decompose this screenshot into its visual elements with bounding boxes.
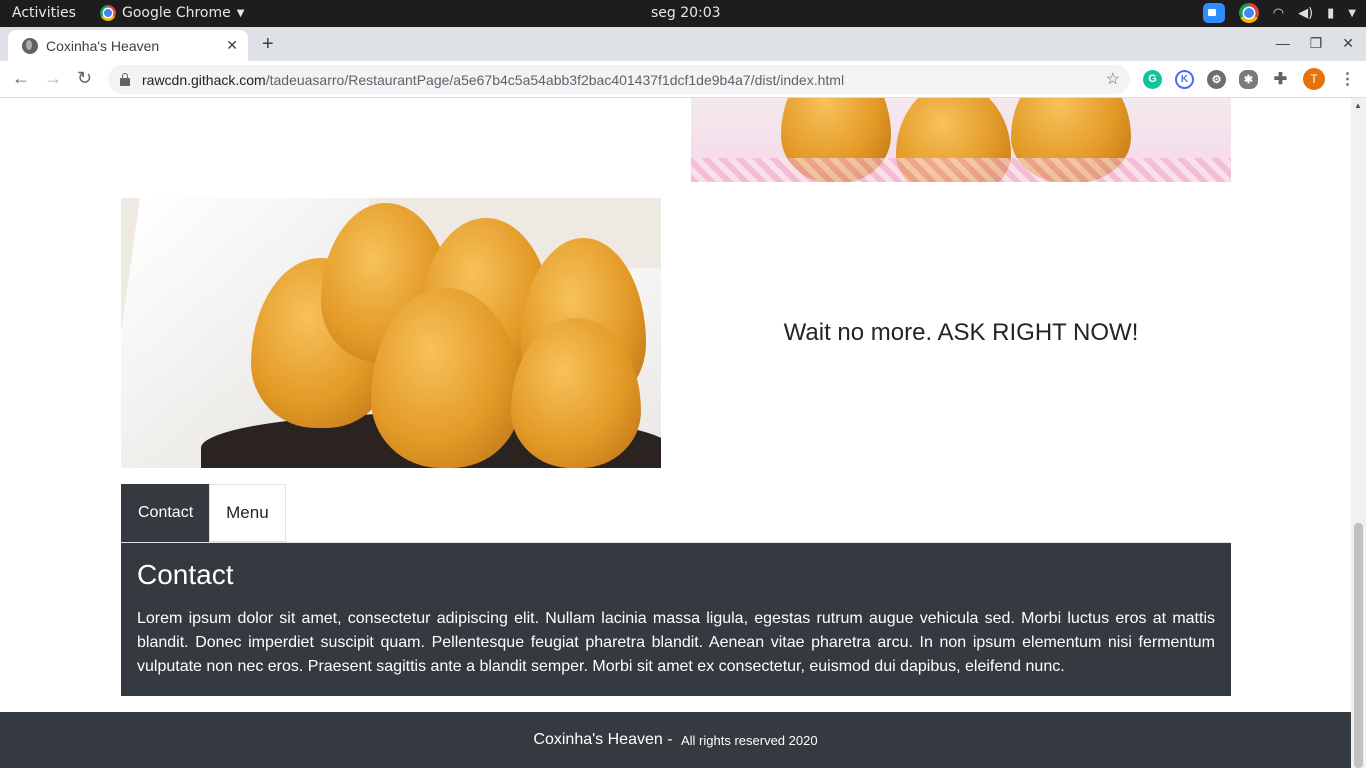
page-footer: Coxinha's Heaven - All rights reserved 2… bbox=[0, 712, 1351, 768]
reload-icon[interactable]: ↻ bbox=[77, 68, 92, 89]
wifi-icon: ◠ bbox=[1272, 5, 1285, 21]
new-tab-button[interactable]: + bbox=[262, 33, 274, 56]
browser-toolbar: ← → ↻ rawcdn.githack.com/tadeuasarro/Res… bbox=[0, 61, 1366, 98]
gear-extension-icon[interactable]: ⚙ bbox=[1207, 69, 1226, 89]
tab-strip: Coxinha's Heaven ✕ + — ❐ ✕ bbox=[0, 27, 1366, 61]
scrollbar-thumb[interactable] bbox=[1354, 523, 1363, 768]
tab-contact[interactable]: Contact bbox=[121, 484, 211, 542]
puzzle-extensions-icon[interactable]: ✚ bbox=[1271, 70, 1290, 89]
cta-text: Wait no more. ASK RIGHT NOW! bbox=[783, 319, 1139, 346]
chevron-down-icon: ▼ bbox=[1348, 7, 1356, 19]
k-extension-icon[interactable]: K bbox=[1175, 69, 1194, 89]
address-bar[interactable]: rawcdn.githack.com/tadeuasarro/Restauran… bbox=[108, 65, 1130, 94]
minimize-icon[interactable]: — bbox=[1276, 35, 1290, 52]
more-menu-icon[interactable]: ⋮ bbox=[1338, 70, 1357, 89]
url-path: /tadeuasarro/RestaurantPage/a5e67b4c5a54… bbox=[265, 71, 845, 88]
system-top-bar: Activities Google Chrome ▼ seg 20:03 ◠ ◀… bbox=[0, 0, 1366, 27]
page-viewport: Wait no more. ASK RIGHT NOW! Contact Men… bbox=[0, 98, 1351, 768]
lock-icon[interactable] bbox=[120, 72, 130, 86]
chrome-tray-icon[interactable] bbox=[1238, 3, 1259, 23]
chevron-down-icon: ▼ bbox=[236, 7, 245, 19]
url-host: rawcdn.githack.com bbox=[142, 71, 266, 88]
grammarly-extension-icon[interactable]: G bbox=[1143, 69, 1162, 89]
contact-panel: Contact Lorem ipsum dolor sit amet, cons… bbox=[121, 543, 1231, 696]
app-menu[interactable]: Google Chrome ▼ bbox=[100, 5, 244, 21]
globe-icon bbox=[22, 37, 38, 54]
window-controls: — ❐ ✕ bbox=[1276, 35, 1354, 52]
bookmark-star-icon[interactable]: ☆ bbox=[1106, 69, 1120, 89]
page-tabs: Contact Menu bbox=[121, 484, 1231, 543]
app-menu-label: Google Chrome bbox=[122, 5, 231, 21]
chrome-icon bbox=[100, 5, 116, 21]
close-window-icon[interactable]: ✕ bbox=[1342, 35, 1354, 52]
contact-body: Lorem ipsum dolor sit amet, consectetur … bbox=[137, 610, 1215, 675]
extensions-area: G K ⚙ ✱ ✚ T ⋮ bbox=[1143, 68, 1357, 90]
restore-icon[interactable]: ❐ bbox=[1310, 35, 1323, 52]
tab-menu[interactable]: Menu bbox=[209, 484, 286, 542]
footer-separator: - bbox=[662, 731, 677, 748]
close-tab-icon[interactable]: ✕ bbox=[226, 37, 238, 54]
system-tray[interactable]: ◠ ◀) ▮ ▼ bbox=[1202, 3, 1356, 23]
bug-extension-icon[interactable]: ✱ bbox=[1239, 69, 1258, 89]
clock[interactable]: seg 20:03 bbox=[651, 5, 721, 21]
scroll-up-icon[interactable]: ▲ bbox=[1354, 101, 1362, 110]
profile-avatar[interactable]: T bbox=[1303, 68, 1325, 90]
coxinha-basket-image bbox=[121, 198, 661, 468]
coxinha-plate-image bbox=[691, 98, 1231, 182]
footer-rights: All rights reserved 2020 bbox=[681, 732, 818, 748]
battery-icon: ▮ bbox=[1327, 5, 1335, 21]
browser-tab[interactable]: Coxinha's Heaven ✕ bbox=[8, 30, 248, 61]
page-scrollbar[interactable]: ▲ bbox=[1351, 98, 1366, 768]
zoom-icon[interactable] bbox=[1202, 3, 1225, 23]
volume-icon: ◀) bbox=[1298, 5, 1314, 21]
forward-arrow-icon[interactable]: → bbox=[44, 68, 62, 89]
tab-title: Coxinha's Heaven bbox=[46, 37, 160, 54]
contact-heading: Contact bbox=[137, 559, 234, 590]
back-arrow-icon[interactable]: ← bbox=[12, 68, 30, 89]
activities-button[interactable]: Activities bbox=[12, 5, 76, 21]
footer-brand: Coxinha's Heaven bbox=[533, 731, 663, 748]
